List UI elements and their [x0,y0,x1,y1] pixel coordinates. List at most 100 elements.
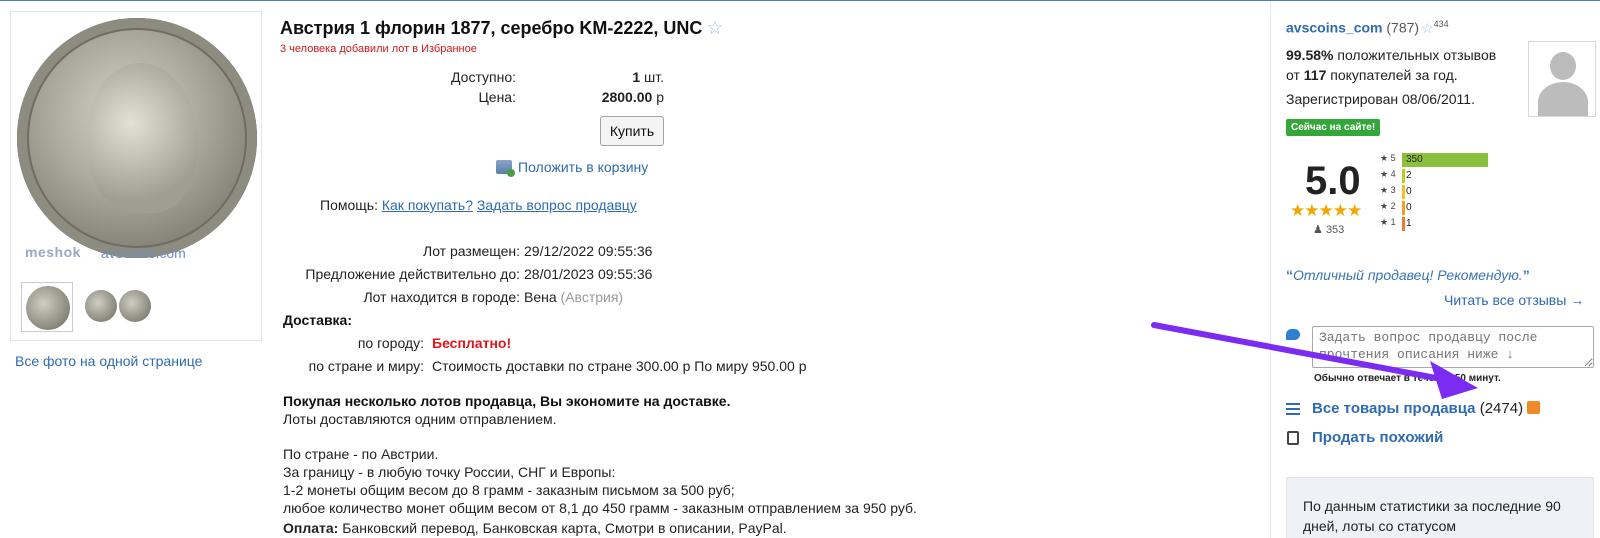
all-items-count: (2474) [1479,400,1524,417]
positive-pct: 99.58% [1286,47,1334,63]
price-unit: р [656,89,664,105]
list-icon [1286,403,1300,415]
price-value: 2800.00 р [524,89,664,105]
sell-similar-link[interactable]: Продать похожий [1312,429,1443,446]
reply-time: Обычно отвечает в течение 50 минут. [1314,373,1501,384]
watermark-seller: avscoins.com [101,245,186,261]
rating-bar-count: 1 [1406,218,1412,229]
positive-text: положительных отзывов [1337,47,1497,63]
seller-avatar[interactable] [1528,41,1596,117]
multi-lot-heading: Покупая несколько лотов продавца, Вы эко… [283,393,731,409]
rating-bar-row: ★ 5 350 [1380,153,1580,167]
available-unit: шт. [644,69,664,85]
rating-bar-fill [1402,217,1405,231]
cart-icon [496,160,515,177]
rating-bar-row: ★ 2 0 [1380,201,1580,215]
seller-name-link[interactable]: avscoins_com [1286,20,1383,36]
seller-stats: 99.58% положительных отзывов от 117 поку… [1286,45,1526,109]
available-value: 1 шт. [524,69,664,85]
desc-line-3: 1-2 монеты общим весом до 8 грамм - зака… [283,482,735,498]
rating-bar-row: ★ 1 1 [1380,217,1580,231]
buyers-line: от 117 покупателей за год. [1286,65,1526,85]
positive-line: 99.58% положительных отзывов [1286,45,1526,65]
reviewers-number: 353 [1325,224,1345,236]
rating-bar-fill [1402,201,1405,215]
rating-bar-row: ★ 4 2 [1380,169,1580,183]
seller-feedback-count: (787) [1386,19,1420,36]
rating-bar-count: 350 [1406,154,1423,165]
desc-line-4: любое количество монет общим весом от 8,… [283,500,917,516]
registered-date: Зарегистрирован 08/06/2011. [1286,91,1475,107]
seller-star-icon: ☆ [1421,19,1434,36]
user-icon: ♟ [1313,224,1323,236]
payment-label: Оплата: [283,520,339,536]
all-seller-items-link[interactable]: Все товары продавца [1312,400,1476,417]
rating-bar-label: ★ 4 [1380,169,1396,179]
rating-bar-fill [1402,185,1405,199]
from-label: от [1286,67,1300,83]
seller-quote: “Отличный продавец! Рекомендую.” [1286,267,1530,283]
how-to-buy-link[interactable]: Как покупать? [382,197,473,213]
thumbnail-2[interactable] [79,282,159,332]
ask-question-input[interactable] [1312,326,1594,368]
main-photo[interactable]: meshok avscoins.com [11,12,261,267]
lot-title: Австрия 1 флорин 1877, серебро KM-2222, … [280,17,723,40]
posted-value: 29/12/2022 09:55:36 [524,243,653,259]
rating-stars-icon: ★★★★★ [1290,201,1362,220]
rating-bar-count: 2 [1406,170,1412,181]
multi-lot-text: Лоты доставляются одним отправлением. [283,411,557,427]
seller-star-count: 434 [1433,19,1449,29]
rating-bar-label: ★ 5 [1380,153,1396,163]
rating-bar-count: 0 [1406,202,1412,213]
quote-text: Отличный продавец! Рекомендую. [1293,267,1523,283]
buyers-count: 117 [1303,67,1327,83]
rating-score: 5.0 [1305,159,1361,203]
buyers-text: покупателей за год. [1330,67,1458,83]
desc-line-2: За границу - в любую точку России, СНГ и… [283,464,616,480]
country-delivery-label: по стране и миру: [308,358,424,374]
city-name: Вена [524,289,557,305]
watermark-site: meshok [25,244,81,260]
rating-bar-fill [1402,169,1405,183]
city-label: Лот находится в городе: [363,289,520,305]
rating-bar-label: ★ 1 [1380,217,1396,227]
rss-icon[interactable] [1527,401,1541,414]
stats-box: По данным статистики за последние 90 дне… [1286,477,1594,538]
posted-label: Лот размещен: [423,243,520,259]
country-delivery-value: Стоимость доставки по стране 300.00 р По… [432,358,807,374]
favorite-star-icon[interactable]: ☆ [706,18,723,39]
available-label: Доступно: [451,69,516,85]
valid-label: Предложение действительно до: [305,266,520,282]
ask-seller-link[interactable]: Задать вопрос продавцу [477,197,637,213]
desc-line-1: По стране - по Австрии. [283,446,439,462]
city-delivery-label: по городу: [357,335,424,351]
read-all-reviews-link[interactable]: Читать все отзывы → [1444,292,1584,308]
reviewers-count: ♟ 353 [1313,223,1344,236]
price-number: 2800.00 [601,89,653,105]
seller-header: avscoins_com (787) ☆434 [1286,19,1449,37]
help-label: Помощь: [320,197,378,213]
available-number: 1 [632,69,641,85]
add-to-cart-link[interactable]: Положить в корзину [496,159,648,177]
all-photos-link[interactable]: Все фото на одной странице [15,353,202,369]
chat-icon [1286,329,1300,340]
copy-icon [1287,431,1299,445]
thumbnail-1[interactable] [21,282,73,332]
buy-button[interactable]: Купить [600,116,664,146]
rating-bar-count: 0 [1406,186,1412,197]
photo-gallery: meshok avscoins.com [10,11,262,341]
price-label: Цена: [478,89,516,105]
lot-title-text: Австрия 1 флорин 1877, серебро KM-2222, … [280,18,703,38]
help-row: Помощь: Как покупать? Задать вопрос прод… [320,197,637,213]
rating-bar-row: ★ 3 0 [1380,185,1580,199]
rating-bar-label: ★ 3 [1380,185,1396,195]
rating-bar-label: ★ 2 [1380,201,1396,211]
city-delivery-value: Бесплатно! [432,335,512,351]
city-country: (Австрия) [560,289,624,305]
payment-row: Оплата: Банковский перевод, Банковская к… [283,520,787,536]
city-value: Вена (Австрия) [524,289,623,305]
favorites-note: 3 человека добавили лот в Избранное [280,43,477,55]
column-divider [1270,1,1271,538]
delivery-heading: Доставка: [283,312,353,328]
coin-portrait [87,63,197,213]
